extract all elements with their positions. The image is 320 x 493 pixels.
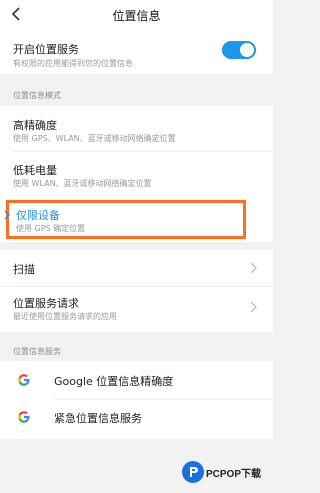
scan-title: 扫描	[13, 263, 35, 276]
mode-option-title: 低耗电量	[13, 164, 57, 177]
mode-option-title: 高精确度	[13, 119, 57, 132]
location-requests-subtitle: 最近使用位置服务请求的应用	[13, 312, 117, 321]
location-service-subtitle: 有权限的应用能得到您的位置信息	[13, 59, 133, 68]
google-icon	[18, 374, 30, 386]
mode-option-subtitle: 使用 WLAN、蓝牙或移动网络确定位置	[13, 179, 152, 188]
mode-option-subtitle: 使用 GPS 确定位置	[16, 224, 86, 233]
page-title: 位置信息	[112, 9, 161, 23]
mode-option-battery-saving[interactable]: 低耗电量 使用 WLAN、蓝牙或移动网络确定位置	[0, 152, 273, 196]
service-item-title: Google 位置信息精确度	[54, 375, 174, 388]
selected-chevron-icon	[4, 210, 10, 220]
chevron-right-icon	[250, 262, 257, 274]
watermark-text: PCPOP下载	[206, 469, 262, 480]
mode-option-subtitle: 使用 GPS、WLAN、蓝牙或移动网络确定位置	[13, 134, 176, 143]
location-requests-row[interactable]: 位置服务请求 最近使用位置服务请求的应用	[0, 287, 273, 332]
location-service-title: 开启位置服务	[13, 43, 79, 56]
toggle-knob	[240, 43, 254, 57]
mode-option-title: 仅限设备	[16, 209, 60, 222]
location-requests-title: 位置服务请求	[13, 297, 79, 310]
google-icon	[18, 411, 30, 423]
mode-option-high-accuracy[interactable]: 高精确度 使用 GPS、WLAN、蓝牙或移动网络确定位置	[0, 106, 273, 150]
mode-option-device-only[interactable]: 仅限设备 使用 GPS 确定位置	[6, 200, 246, 239]
service-item-google-accuracy[interactable]: Google 位置信息精确度	[0, 361, 273, 399]
mode-section-label: 位置信息模式	[13, 91, 61, 100]
top-bar: 位置信息	[0, 0, 273, 30]
location-service-toggle[interactable]	[222, 41, 256, 59]
location-service-row[interactable]: 开启位置服务 有权限的应用能得到您的位置信息	[0, 30, 273, 74]
pcpop-watermark: PCPOP下载	[182, 460, 270, 486]
chevron-right-icon	[250, 301, 257, 313]
scan-row[interactable]: 扫描	[0, 250, 273, 286]
services-section-label: 位置信息服务	[13, 347, 61, 356]
service-item-emergency[interactable]: 紧急位置信息服务	[0, 400, 273, 438]
services-group: Google 位置信息精确度 紧急位置信息服务	[0, 361, 273, 439]
pcpop-logo-icon	[182, 461, 204, 483]
service-item-title: 紧急位置信息服务	[54, 412, 142, 425]
